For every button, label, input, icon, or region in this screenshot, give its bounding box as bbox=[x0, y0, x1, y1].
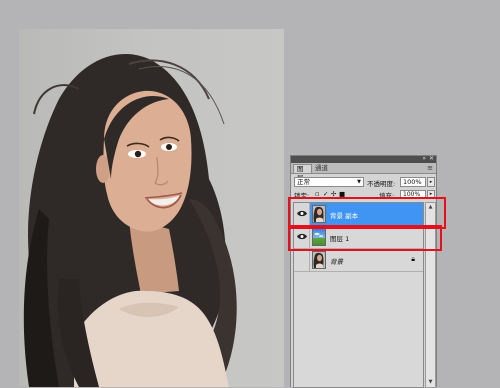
close-icon[interactable]: ✕ bbox=[429, 155, 434, 163]
panel-menu-icon[interactable]: ≡ bbox=[427, 163, 433, 173]
chevron-down-icon: ▼ bbox=[357, 179, 361, 185]
highlight-box bbox=[288, 225, 442, 251]
tab-channels[interactable]: 通道 bbox=[312, 164, 333, 173]
opacity-slider-button[interactable]: ▸ bbox=[427, 177, 435, 187]
tab-layers[interactable]: 图层 bbox=[293, 164, 312, 182]
blend-mode-value: 正常 bbox=[297, 178, 310, 186]
layer-name: 背景 bbox=[330, 258, 343, 266]
panel-tab-bar: 图层 通道 ≡ bbox=[291, 163, 436, 182]
blend-row: 正常 ▼ 不透明度: 100% ▸ bbox=[291, 175, 436, 189]
opacity-label: 不透明度: bbox=[367, 180, 396, 188]
layers-panel: » ✕ 图层 通道 ≡ 正常 ▼ 不透明度: 100% ▸ 锁定: ▫ ✓ ✢ … bbox=[290, 155, 437, 388]
lock-icon: 🔒︎ bbox=[411, 255, 415, 263]
document-canvas[interactable] bbox=[19, 29, 284, 387]
blend-mode-select[interactable]: 正常 ▼ bbox=[294, 177, 364, 187]
layer-thumbnail bbox=[312, 251, 326, 269]
double-chevron-right-icon[interactable]: » bbox=[422, 155, 426, 163]
visibility-toggle[interactable] bbox=[294, 249, 310, 271]
portrait-photo bbox=[23, 53, 237, 387]
scroll-down-icon[interactable]: ▼ bbox=[426, 378, 435, 387]
layer-row-background[interactable]: 背景 🔒︎ bbox=[294, 249, 423, 272]
opacity-input[interactable]: 100% bbox=[400, 177, 426, 187]
panel-title-bar[interactable]: » ✕ bbox=[291, 155, 436, 163]
